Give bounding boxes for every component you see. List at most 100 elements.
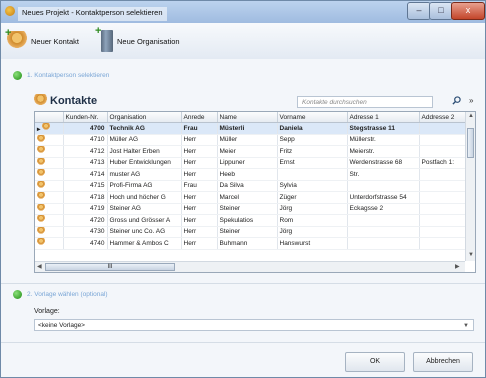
cell-name: Meier: [217, 145, 278, 158]
new-contact-button[interactable]: Neuer Kontakt: [5, 27, 79, 53]
expand-icon[interactable]: »: [469, 96, 473, 105]
vertical-scrollbar[interactable]: ▲ ▼: [465, 112, 475, 261]
table-row[interactable]: 4718 Hoch und höcher G Herr Marcel Züger Unte…: [35, 191, 466, 204]
table-header-row: Kunden-Nr. Organisation Anrede Name Vorn…: [35, 112, 466, 123]
section-divider: [1, 283, 485, 284]
cell-organisation: Gross und Grösser A: [107, 214, 182, 227]
table-row[interactable]: 4730 Steiner unc Co. AG Herr Steiner Jörg: [35, 226, 466, 238]
add-contact-icon: [5, 27, 27, 51]
column-header-icon[interactable]: [35, 112, 64, 123]
table-row[interactable]: 4712 Jost Halter Erben Herr Meier Fritz Meier…: [35, 145, 466, 158]
cell-name: Müsterli: [217, 122, 278, 135]
cell-adresse1: Unterdorfstrasse 54: [347, 191, 420, 204]
column-header-kunden-nr[interactable]: Kunden-Nr.: [63, 112, 108, 123]
cell-kunden-nr: 4712: [63, 145, 108, 158]
cell-anrede: Herr: [181, 191, 218, 204]
title-bar[interactable]: Neues Projekt - Kontaktperson selektiere…: [1, 1, 485, 23]
table-row[interactable]: 4710 Müller AG Herr Müller Sepp Müllerstr.: [35, 134, 466, 146]
cell-name: Da Silva: [217, 180, 278, 192]
scroll-right-icon[interactable]: ▶: [455, 263, 460, 270]
cell-adresse1: Stegstrasse 11: [347, 122, 420, 135]
cell-name: Buhmann: [217, 237, 278, 250]
row-icon-cell: [35, 168, 64, 181]
cell-anrede: Herr: [181, 226, 218, 238]
table-row[interactable]: ▸ 4700 Technik AG Frau Müsterli Daniela Stegs…: [35, 122, 466, 135]
cell-vorname: Rom: [277, 214, 348, 227]
cell-adresse1: Eckagsse 2: [347, 203, 420, 215]
search-icon[interactable]: [452, 96, 461, 105]
contact-icon: [37, 203, 45, 212]
step1-label: 1. Kontaktperson selektieren: [27, 72, 110, 79]
cell-organisation: Profi-Firma AG: [107, 180, 182, 192]
ok-button[interactable]: OK: [345, 352, 405, 372]
cell-kunden-nr: 4714: [63, 168, 108, 181]
cell-adresse2: [419, 203, 466, 215]
new-organisation-label: Neue Organisation: [117, 36, 180, 46]
contacts-search-input[interactable]: Kontakte durchsuchen: [297, 96, 433, 108]
maximize-button[interactable]: □: [429, 2, 453, 20]
scroll-up-icon[interactable]: ▲: [468, 113, 474, 119]
cell-adresse2: [419, 122, 466, 135]
column-header-adresse1[interactable]: Adresse 1: [347, 112, 420, 123]
column-header-name[interactable]: Name: [217, 112, 278, 123]
table-row[interactable]: 4720 Gross und Grösser A Herr Spekulatios Ro…: [35, 214, 466, 227]
vertical-scroll-thumb[interactable]: [467, 128, 474, 158]
contacts-grid[interactable]: Kunden-Nr. Organisation Anrede Name Vorn…: [34, 111, 476, 273]
cell-organisation: Steiner unc Co. AG: [107, 226, 182, 238]
contact-icon: [37, 169, 45, 178]
cell-vorname: Daniela: [277, 122, 348, 135]
vorlage-select[interactable]: <keine Vorlage> ▼: [34, 319, 474, 331]
footer-divider: [1, 342, 485, 343]
cell-name: Steiner: [217, 203, 278, 215]
cell-organisation: Steiner AG: [107, 203, 182, 215]
cell-kunden-nr: 4710: [63, 134, 108, 146]
app-icon: [5, 6, 15, 16]
minimize-button[interactable]: –: [407, 2, 431, 20]
cell-name: Heeb: [217, 168, 278, 181]
new-organisation-button[interactable]: Neue Organisation: [95, 25, 180, 53]
cell-organisation: Hammer & Ambos C: [107, 237, 182, 250]
column-header-vorname[interactable]: Vorname: [277, 112, 348, 123]
cell-adresse1: [347, 237, 420, 250]
window-title: Neues Projekt - Kontaktperson selektiere…: [18, 7, 167, 21]
cell-vorname: Ernst: [277, 157, 348, 169]
cell-vorname: Sepp: [277, 134, 348, 146]
cell-anrede: Herr: [181, 237, 218, 250]
cell-anrede: Herr: [181, 214, 218, 227]
cell-anrede: Herr: [181, 168, 218, 181]
horizontal-scroll-thumb[interactable]: III: [45, 263, 175, 271]
cell-adresse2: [419, 145, 466, 158]
cell-adresse1: [347, 214, 420, 227]
cell-kunden-nr: 4719: [63, 203, 108, 215]
cell-adresse1: Meierstr.: [347, 145, 420, 158]
cell-kunden-nr: 4715: [63, 180, 108, 192]
contact-icon: [37, 226, 45, 235]
horizontal-scrollbar[interactable]: ◀ III ▶: [35, 261, 465, 272]
cell-kunden-nr: 4740: [63, 237, 108, 250]
cell-organisation: Technik AG: [107, 122, 182, 135]
column-header-organisation[interactable]: Organisation: [107, 112, 182, 123]
table-row[interactable]: 4740 Hammer & Ambos C Herr Buhmann Hanswurst: [35, 237, 466, 250]
scroll-down-icon[interactable]: ▼: [468, 252, 474, 258]
table-row[interactable]: 4714 muster AG Herr Heeb Str.: [35, 168, 466, 181]
close-button[interactable]: x: [451, 2, 485, 20]
column-header-adresse2[interactable]: Addresse 2: [419, 112, 466, 123]
cell-anrede: Frau: [181, 180, 218, 192]
scroll-left-icon[interactable]: ◀: [37, 263, 42, 270]
cell-kunden-nr: 4713: [63, 157, 108, 169]
row-icon-cell: [35, 157, 64, 169]
cell-organisation: Huber Entwicklungen: [107, 157, 182, 169]
table-row[interactable]: 4719 Steiner AG Herr Steiner Jörg Eckagsse 2: [35, 203, 466, 215]
table-row[interactable]: 4713 Huber Entwicklungen Herr Lippuner Ernst…: [35, 157, 466, 169]
contact-icon: [37, 215, 45, 224]
row-icon-cell: [35, 203, 64, 215]
row-icon-cell: [35, 180, 64, 192]
cell-adresse1: [347, 180, 420, 192]
contact-icon: [37, 146, 45, 155]
contact-icon: [37, 180, 45, 189]
table-row[interactable]: 4715 Profi-Firma AG Frau Da Silva Sylvia: [35, 180, 466, 192]
step1-indicator-icon: [13, 71, 22, 80]
cancel-button[interactable]: Abbrechen: [413, 352, 473, 372]
column-header-anrede[interactable]: Anrede: [181, 112, 218, 123]
cell-vorname: Jörg: [277, 226, 348, 238]
